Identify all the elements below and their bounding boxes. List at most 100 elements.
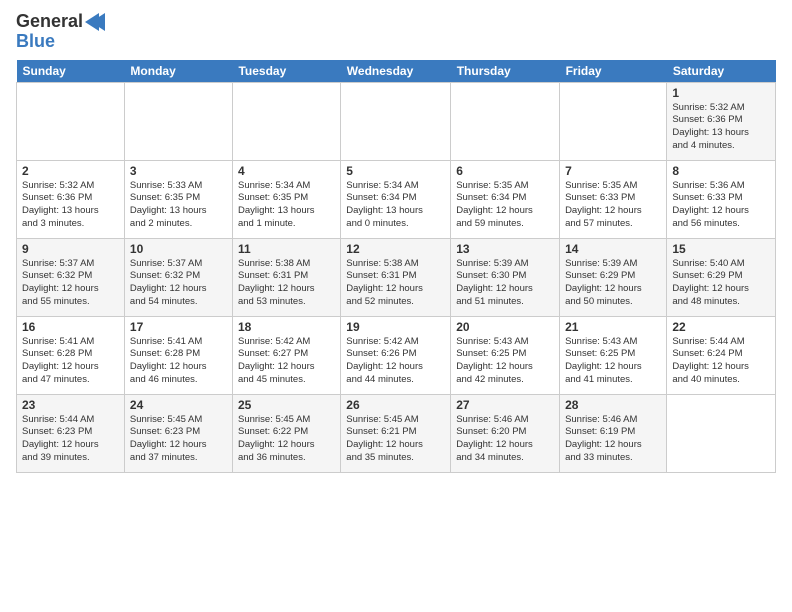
day-info: Sunrise: 5:44 AM Sunset: 6:23 PM Dayligh… [22, 414, 119, 465]
day-info: Sunrise: 5:42 AM Sunset: 6:26 PM Dayligh… [346, 336, 445, 387]
day-info: Sunrise: 5:41 AM Sunset: 6:28 PM Dayligh… [22, 336, 119, 387]
day-number: 4 [238, 164, 335, 178]
day-number: 20 [456, 320, 554, 334]
day-number: 5 [346, 164, 445, 178]
day-info: Sunrise: 5:39 AM Sunset: 6:30 PM Dayligh… [456, 258, 554, 309]
day-number: 2 [22, 164, 119, 178]
day-info: Sunrise: 5:43 AM Sunset: 6:25 PM Dayligh… [565, 336, 661, 387]
weekday-header-monday: Monday [124, 60, 232, 83]
calendar-cell: 21 Sunrise: 5:43 AM Sunset: 6:25 PM Dayli… [560, 316, 667, 394]
calendar-cell: 1 Sunrise: 5:32 AM Sunset: 6:36 PM Daylig… [667, 82, 776, 160]
calendar-body: 1 Sunrise: 5:32 AM Sunset: 6:36 PM Daylig… [17, 82, 776, 472]
day-number: 26 [346, 398, 445, 412]
day-info: Sunrise: 5:46 AM Sunset: 6:20 PM Dayligh… [456, 414, 554, 465]
day-info: Sunrise: 5:46 AM Sunset: 6:19 PM Dayligh… [565, 414, 661, 465]
weekday-header-wednesday: Wednesday [341, 60, 451, 83]
calendar-cell [560, 82, 667, 160]
calendar-cell: 26 Sunrise: 5:45 AM Sunset: 6:21 PM Dayli… [341, 394, 451, 472]
calendar-cell: 24 Sunrise: 5:45 AM Sunset: 6:23 PM Dayli… [124, 394, 232, 472]
day-number: 25 [238, 398, 335, 412]
calendar-cell: 15Sunrise: 5:40 AM Sunset: 6:29 PM Dayli… [667, 238, 776, 316]
day-number: 17 [130, 320, 227, 334]
weekday-header-tuesday: Tuesday [232, 60, 340, 83]
day-info: Sunrise: 5:45 AM Sunset: 6:21 PM Dayligh… [346, 414, 445, 465]
calendar-cell: 19 Sunrise: 5:42 AM Sunset: 6:26 PM Dayli… [341, 316, 451, 394]
page: General Blue SundayMondayTuesdayWednesda… [0, 0, 792, 481]
day-info: Sunrise: 5:44 AM Sunset: 6:24 PM Dayligh… [672, 336, 770, 387]
day-info: Sunrise: 5:39 AM Sunset: 6:29 PM Dayligh… [565, 258, 661, 309]
calendar-cell: 9 Sunrise: 5:37 AM Sunset: 6:32 PM Daylig… [17, 238, 125, 316]
day-number: 23 [22, 398, 119, 412]
calendar-cell: 5 Sunrise: 5:34 AM Sunset: 6:34 PM Daylig… [341, 160, 451, 238]
calendar-cell: 2 Sunrise: 5:32 AM Sunset: 6:36 PM Daylig… [17, 160, 125, 238]
day-info: Sunrise: 5:45 AM Sunset: 6:23 PM Dayligh… [130, 414, 227, 465]
day-number: 1 [672, 86, 770, 100]
day-number: 27 [456, 398, 554, 412]
day-info: Sunrise: 5:45 AM Sunset: 6:22 PM Dayligh… [238, 414, 335, 465]
day-number: 19 [346, 320, 445, 334]
day-info: Sunrise: 5:32 AM Sunset: 6:36 PM Dayligh… [672, 102, 770, 153]
calendar-cell: 6 Sunrise: 5:35 AM Sunset: 6:34 PM Daylig… [451, 160, 560, 238]
calendar-header: SundayMondayTuesdayWednesdayThursdayFrid… [17, 60, 776, 83]
day-info: Sunrise: 5:32 AM Sunset: 6:36 PM Dayligh… [22, 180, 119, 231]
calendar-cell [17, 82, 125, 160]
calendar-cell: 17 Sunrise: 5:41 AM Sunset: 6:28 PM Dayli… [124, 316, 232, 394]
calendar-cell: 27 Sunrise: 5:46 AM Sunset: 6:20 PM Dayli… [451, 394, 560, 472]
weekday-header-saturday: Saturday [667, 60, 776, 83]
weekday-header-friday: Friday [560, 60, 667, 83]
day-info: Sunrise: 5:36 AM Sunset: 6:33 PM Dayligh… [672, 180, 770, 231]
day-info: Sunrise: 5:42 AM Sunset: 6:27 PM Dayligh… [238, 336, 335, 387]
calendar-cell: 20 Sunrise: 5:43 AM Sunset: 6:25 PM Dayli… [451, 316, 560, 394]
day-number: 7 [565, 164, 661, 178]
logo: General Blue [16, 12, 105, 52]
logo-text: General Blue [16, 12, 105, 52]
day-number: 13 [456, 242, 554, 256]
day-number: 11 [238, 242, 335, 256]
calendar-cell: 4 Sunrise: 5:34 AM Sunset: 6:35 PM Daylig… [232, 160, 340, 238]
calendar-cell: 18 Sunrise: 5:42 AM Sunset: 6:27 PM Dayli… [232, 316, 340, 394]
calendar-cell: 7 Sunrise: 5:35 AM Sunset: 6:33 PM Daylig… [560, 160, 667, 238]
day-number: 16 [22, 320, 119, 334]
calendar-cell [341, 82, 451, 160]
day-number: 18 [238, 320, 335, 334]
day-info: Sunrise: 5:34 AM Sunset: 6:35 PM Dayligh… [238, 180, 335, 231]
calendar-cell: 22 Sunrise: 5:44 AM Sunset: 6:24 PM Dayli… [667, 316, 776, 394]
calendar-cell: 25 Sunrise: 5:45 AM Sunset: 6:22 PM Dayli… [232, 394, 340, 472]
day-info: Sunrise: 5:35 AM Sunset: 6:33 PM Dayligh… [565, 180, 661, 231]
day-number: 9 [22, 242, 119, 256]
calendar-week-1: 1 Sunrise: 5:32 AM Sunset: 6:36 PM Daylig… [17, 82, 776, 160]
calendar-week-4: 16 Sunrise: 5:41 AM Sunset: 6:28 PM Dayli… [17, 316, 776, 394]
day-number: 14 [565, 242, 661, 256]
day-number: 8 [672, 164, 770, 178]
calendar-cell: 12Sunrise: 5:38 AM Sunset: 6:31 PM Dayli… [341, 238, 451, 316]
day-number: 28 [565, 398, 661, 412]
day-number: 21 [565, 320, 661, 334]
day-number: 12 [346, 242, 445, 256]
header: General Blue [16, 12, 776, 52]
day-info: Sunrise: 5:37 AM Sunset: 6:32 PM Dayligh… [22, 258, 119, 309]
calendar-cell: 11 Sunrise: 5:38 AM Sunset: 6:31 PM Dayli… [232, 238, 340, 316]
day-number: 6 [456, 164, 554, 178]
calendar-cell: 28 Sunrise: 5:46 AM Sunset: 6:19 PM Dayli… [560, 394, 667, 472]
logo-general: General [16, 12, 83, 32]
calendar-cell [232, 82, 340, 160]
day-info: Sunrise: 5:34 AM Sunset: 6:34 PM Dayligh… [346, 180, 445, 231]
day-number: 22 [672, 320, 770, 334]
calendar-table: SundayMondayTuesdayWednesdayThursdayFrid… [16, 60, 776, 473]
day-info: Sunrise: 5:38 AM Sunset: 6:31 PM Dayligh… [238, 258, 335, 309]
day-info: Sunrise: 5:43 AM Sunset: 6:25 PM Dayligh… [456, 336, 554, 387]
day-info: Sunrise: 5:33 AM Sunset: 6:35 PM Dayligh… [130, 180, 227, 231]
calendar-cell [124, 82, 232, 160]
weekday-header-thursday: Thursday [451, 60, 560, 83]
day-info: Sunrise: 5:37 AM Sunset: 6:32 PM Dayligh… [130, 258, 227, 309]
calendar-cell [451, 82, 560, 160]
day-info: Sunrise: 5:35 AM Sunset: 6:34 PM Dayligh… [456, 180, 554, 231]
calendar-week-2: 2 Sunrise: 5:32 AM Sunset: 6:36 PM Daylig… [17, 160, 776, 238]
calendar-cell: 3 Sunrise: 5:33 AM Sunset: 6:35 PM Daylig… [124, 160, 232, 238]
day-number: 24 [130, 398, 227, 412]
weekday-header-sunday: Sunday [17, 60, 125, 83]
day-info: Sunrise: 5:41 AM Sunset: 6:28 PM Dayligh… [130, 336, 227, 387]
day-number: 3 [130, 164, 227, 178]
calendar-cell: 10Sunrise: 5:37 AM Sunset: 6:32 PM Dayli… [124, 238, 232, 316]
logo-arrow-icon [85, 13, 105, 31]
